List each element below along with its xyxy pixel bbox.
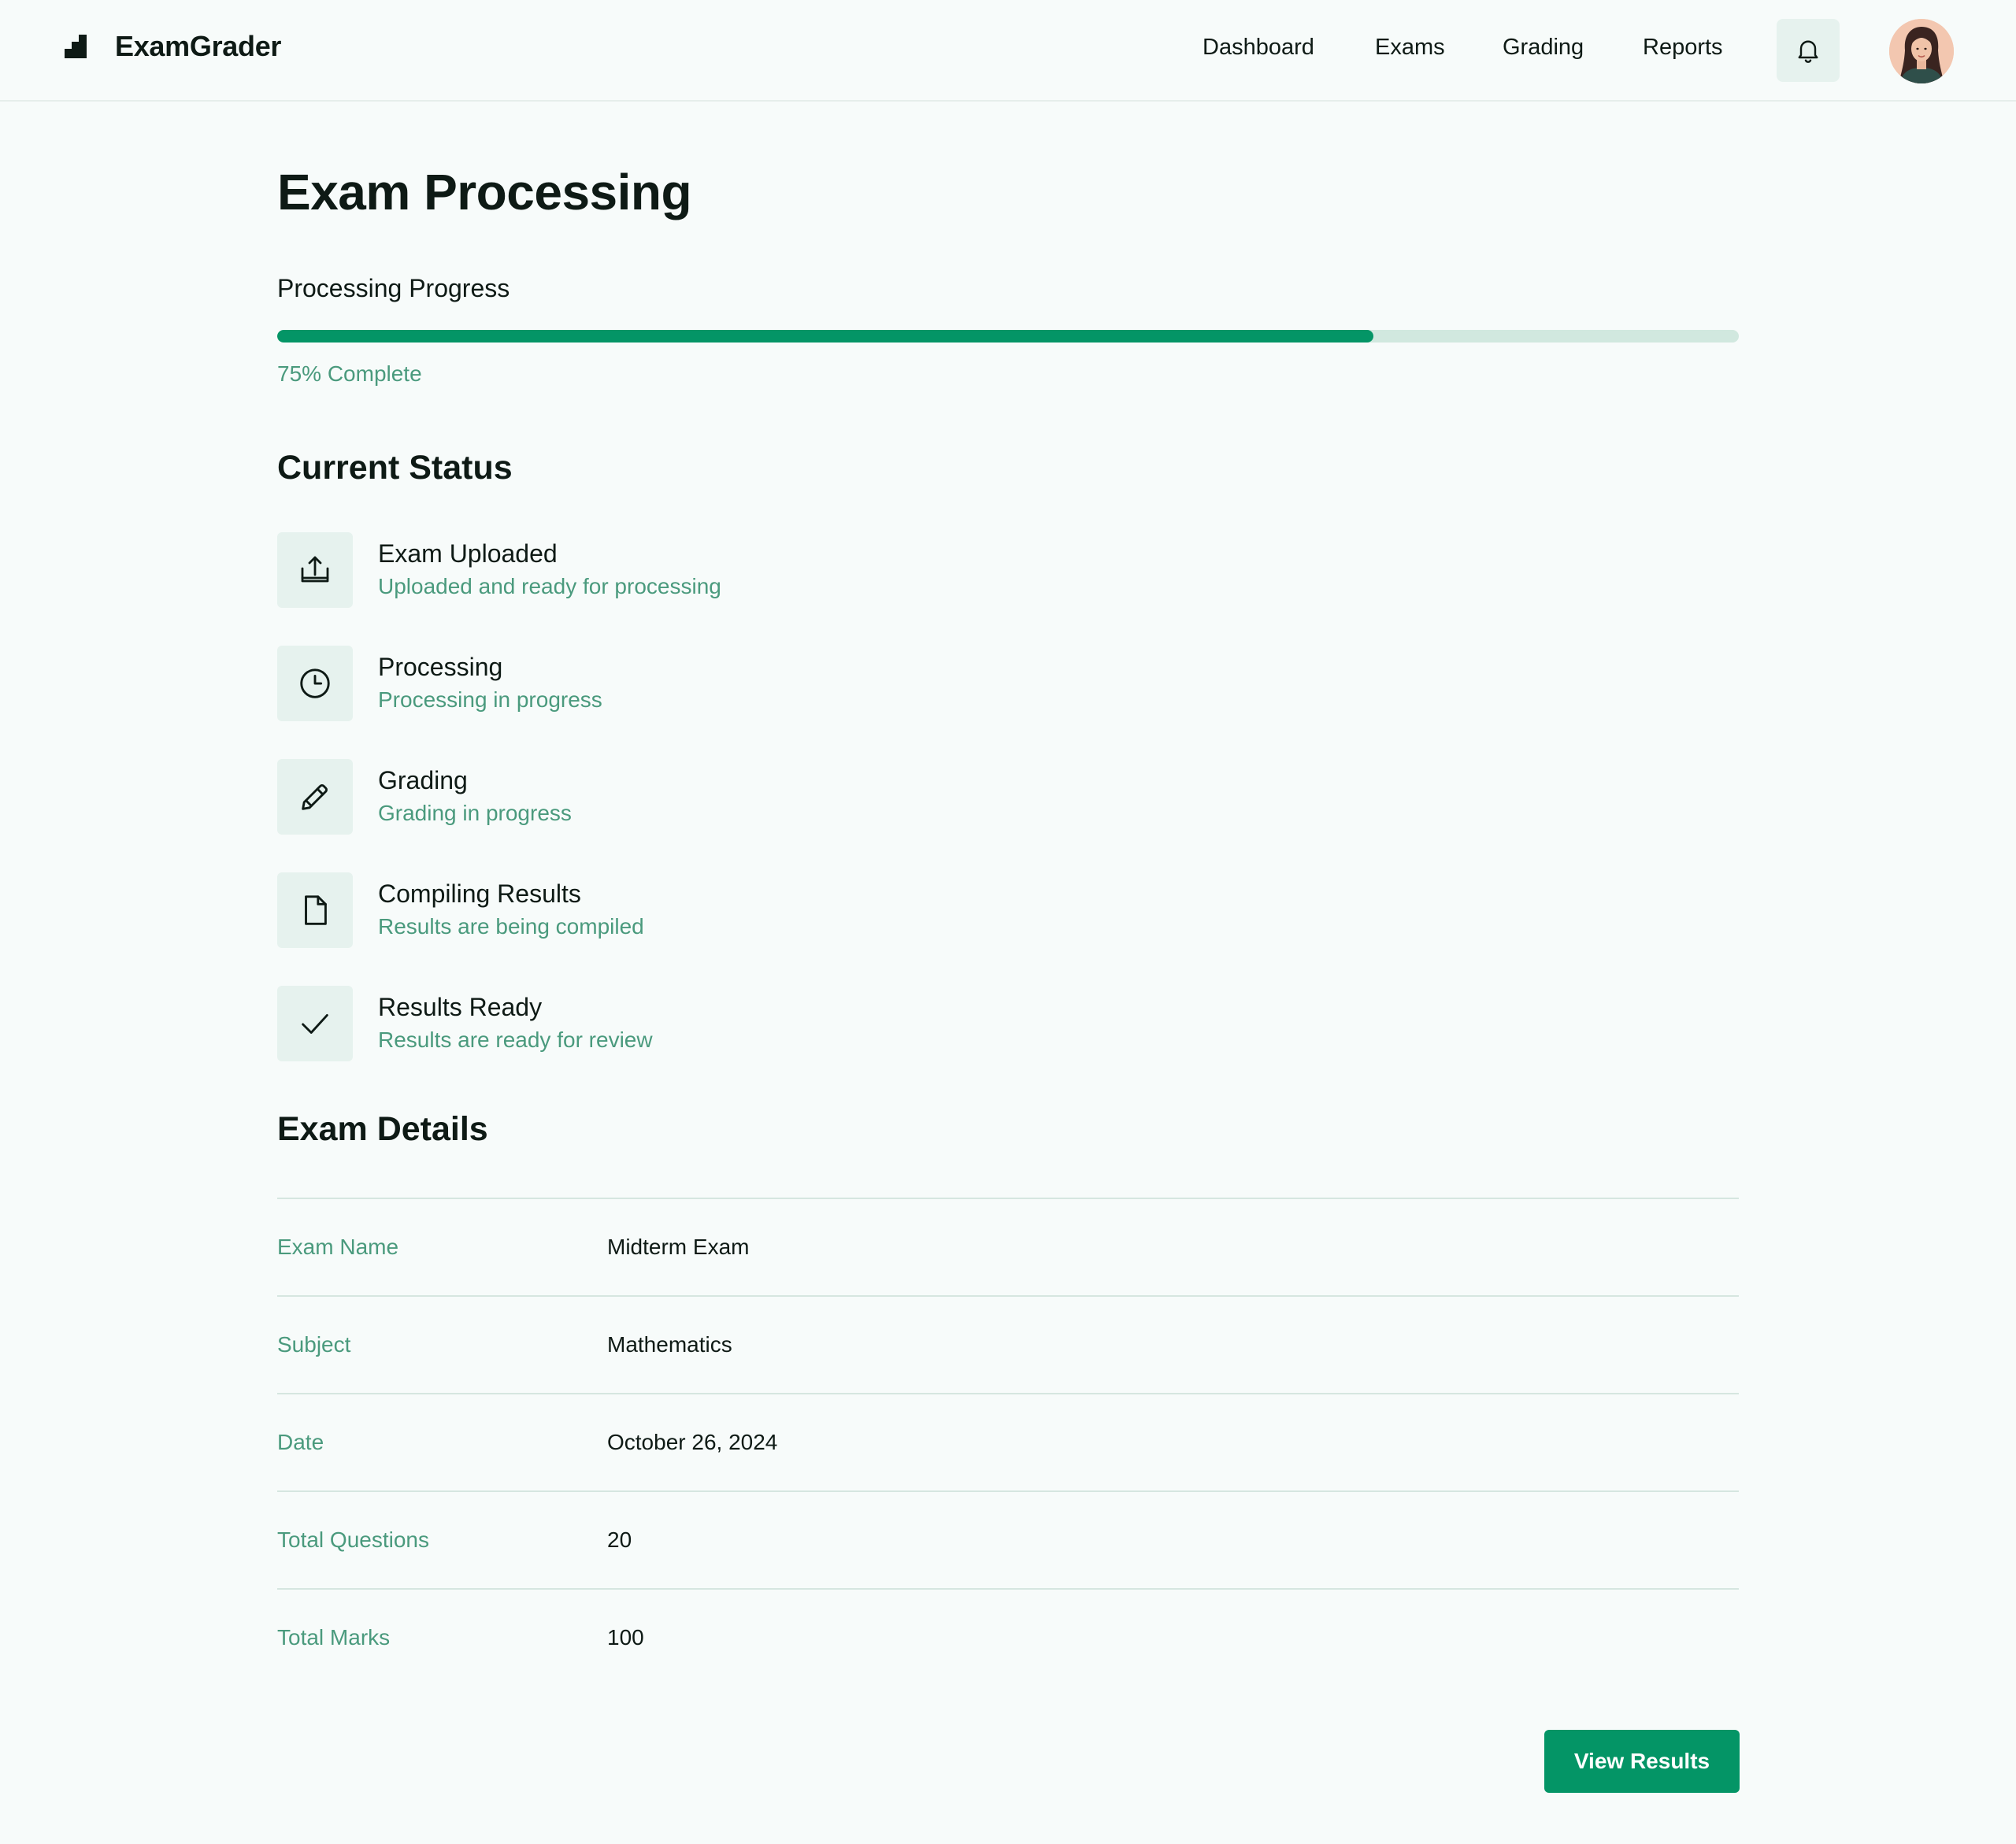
status-icon-box [277, 532, 353, 608]
nav-reports[interactable]: Reports [1643, 35, 1723, 61]
status-list: Exam Uploaded Uploaded and ready for pro… [277, 532, 1739, 1099]
check-icon [302, 1014, 328, 1034]
exam-details-table: Exam Name Midterm Exam Subject Mathemati… [277, 1198, 1739, 1686]
progress-label: Processing Progress [277, 274, 510, 302]
progress-bar-fill [277, 330, 1373, 343]
notifications-button[interactable] [1777, 19, 1840, 82]
page-title: Exam Processing [277, 164, 692, 220]
status-icon-box [277, 759, 353, 835]
detail-value: Midterm Exam [607, 1235, 750, 1259]
detail-value: Mathematics [607, 1332, 732, 1357]
detail-value: October 26, 2024 [607, 1430, 778, 1454]
nav-dashboard[interactable]: Dashboard [1203, 35, 1314, 61]
status-item-processing: Processing Processing in progress [277, 646, 1739, 721]
status-title: Grading [378, 766, 468, 794]
status-description: Results are ready for review [378, 1028, 653, 1052]
detail-key: Subject [277, 1332, 351, 1357]
status-title: Compiling Results [378, 879, 581, 908]
upload-icon [301, 556, 329, 583]
exam-details-heading: Exam Details [277, 1110, 488, 1148]
nav-grading[interactable]: Grading [1503, 35, 1584, 61]
status-description: Uploaded and ready for processing [378, 574, 721, 598]
document-icon [305, 895, 327, 925]
detail-key: Exam Name [277, 1235, 399, 1259]
status-icon-box [277, 986, 353, 1061]
detail-row-total-questions: Total Questions 20 [277, 1490, 1739, 1588]
detail-row-date: Date October 26, 2024 [277, 1393, 1739, 1490]
progress-percent-text: 75% Complete [277, 361, 422, 386]
detail-row-subject: Subject Mathematics [277, 1295, 1739, 1393]
status-item-compiling: Compiling Results Results are being comp… [277, 872, 1739, 948]
detail-row-exam-name: Exam Name Midterm Exam [277, 1198, 1739, 1295]
bell-icon [1798, 40, 1818, 63]
top-navbar: ExamGrader Dashboard Exams Grading Repor… [0, 0, 2016, 102]
status-title: Results Ready [378, 993, 543, 1021]
status-title: Exam Uploaded [378, 539, 558, 568]
status-item-grading: Grading Grading in progress [277, 759, 1739, 835]
status-icon-box [277, 872, 353, 948]
nav-exams[interactable]: Exams [1375, 35, 1445, 61]
pencil-icon [302, 784, 328, 810]
detail-key: Total Marks [277, 1625, 391, 1650]
avatar-portrait-icon [1889, 19, 1954, 83]
view-results-button[interactable]: View Results [1544, 1730, 1740, 1793]
detail-row-total-marks: Total Marks 100 [277, 1588, 1739, 1686]
user-avatar[interactable] [1889, 19, 1954, 83]
progress-bar [277, 330, 1739, 343]
status-description: Processing in progress [378, 687, 602, 712]
status-title: Processing [378, 653, 503, 681]
status-icon-box [277, 646, 353, 721]
status-item-ready: Results Ready Results are ready for revi… [277, 986, 1739, 1061]
detail-value: 20 [607, 1527, 632, 1552]
status-description: Results are being compiled [378, 914, 644, 939]
detail-key: Total Questions [277, 1527, 429, 1552]
detail-key: Date [277, 1430, 324, 1454]
main-nav: Dashboard Exams Grading Reports [0, 35, 2016, 66]
status-description: Grading in progress [378, 801, 572, 825]
detail-value: 100 [607, 1625, 644, 1650]
current-status-heading: Current Status [277, 449, 513, 487]
clock-icon [300, 668, 330, 698]
status-item-uploaded: Exam Uploaded Uploaded and ready for pro… [277, 532, 1739, 608]
